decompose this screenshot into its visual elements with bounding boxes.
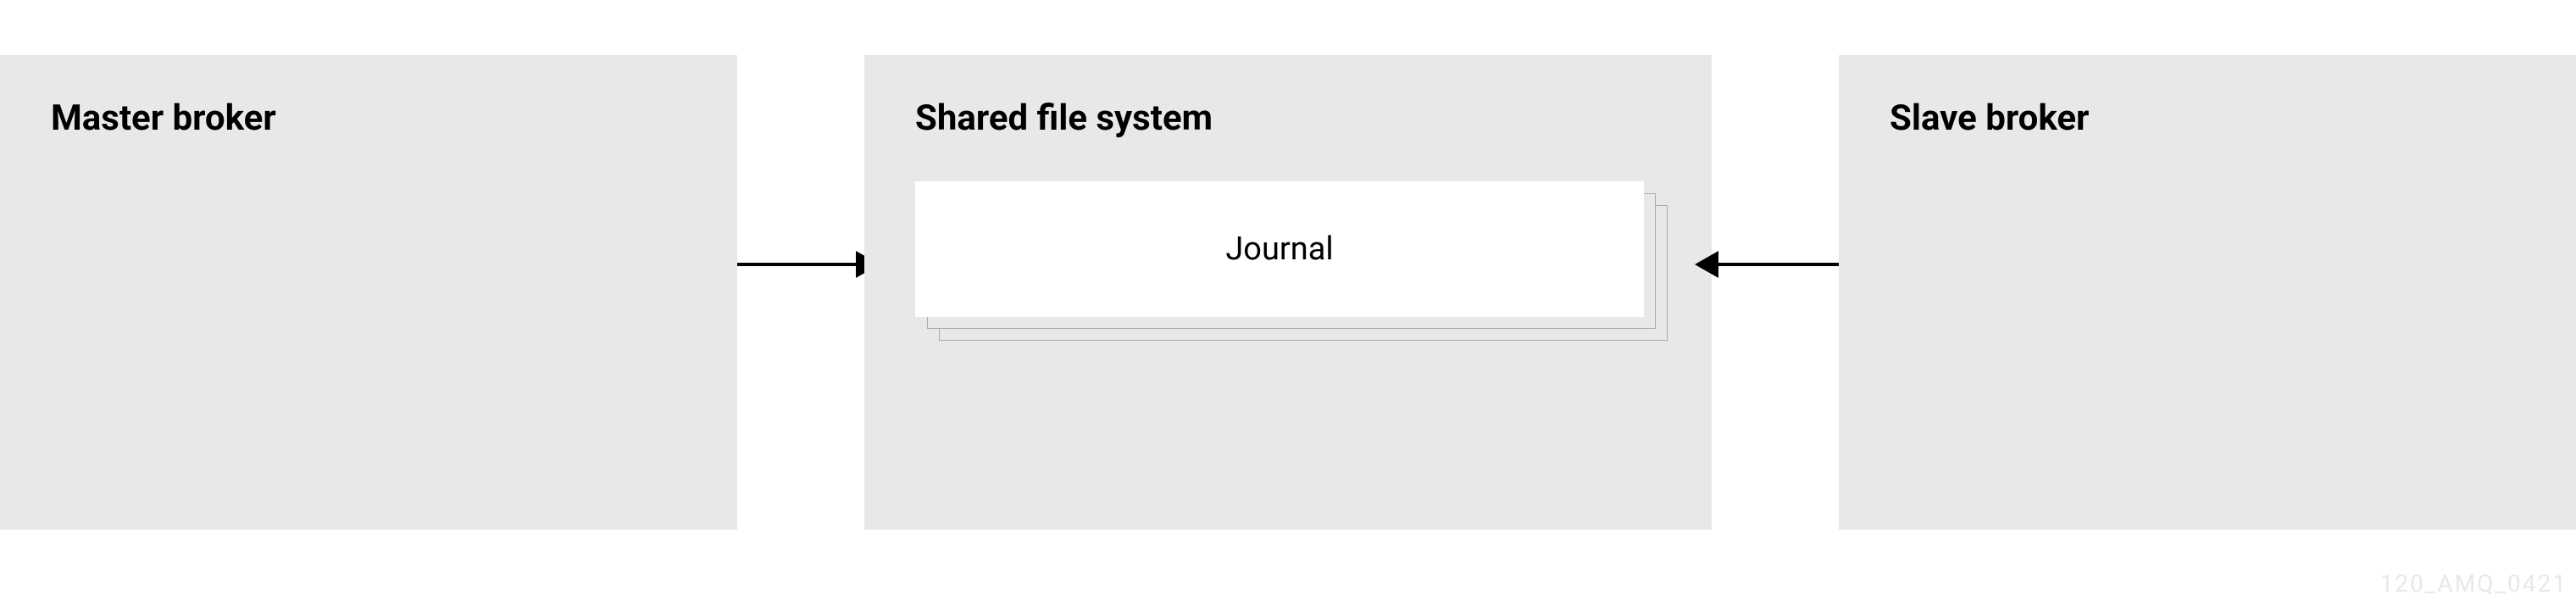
journal-label: Journal xyxy=(1225,231,1333,268)
shared-file-system-title: Shared file system xyxy=(915,97,1661,139)
master-broker-box: Master broker xyxy=(0,55,737,530)
journal-box: Journal xyxy=(915,181,1644,317)
master-broker-title: Master broker xyxy=(51,97,686,139)
arrow-master-to-shared xyxy=(737,263,864,266)
diagram-container: Master broker Shared file system Journal… xyxy=(0,0,2576,606)
slave-broker-title: Slave broker xyxy=(1890,97,2525,139)
arrowhead-left-icon xyxy=(1695,251,1718,278)
journal-stack: Journal xyxy=(915,181,1661,317)
shared-file-system-box: Shared file system Journal xyxy=(864,55,1712,530)
arrow-slave-to-shared xyxy=(1712,263,1839,266)
slave-broker-box: Slave broker xyxy=(1839,55,2576,530)
watermark-text: 120_AMQ_0421 xyxy=(2380,570,2568,598)
